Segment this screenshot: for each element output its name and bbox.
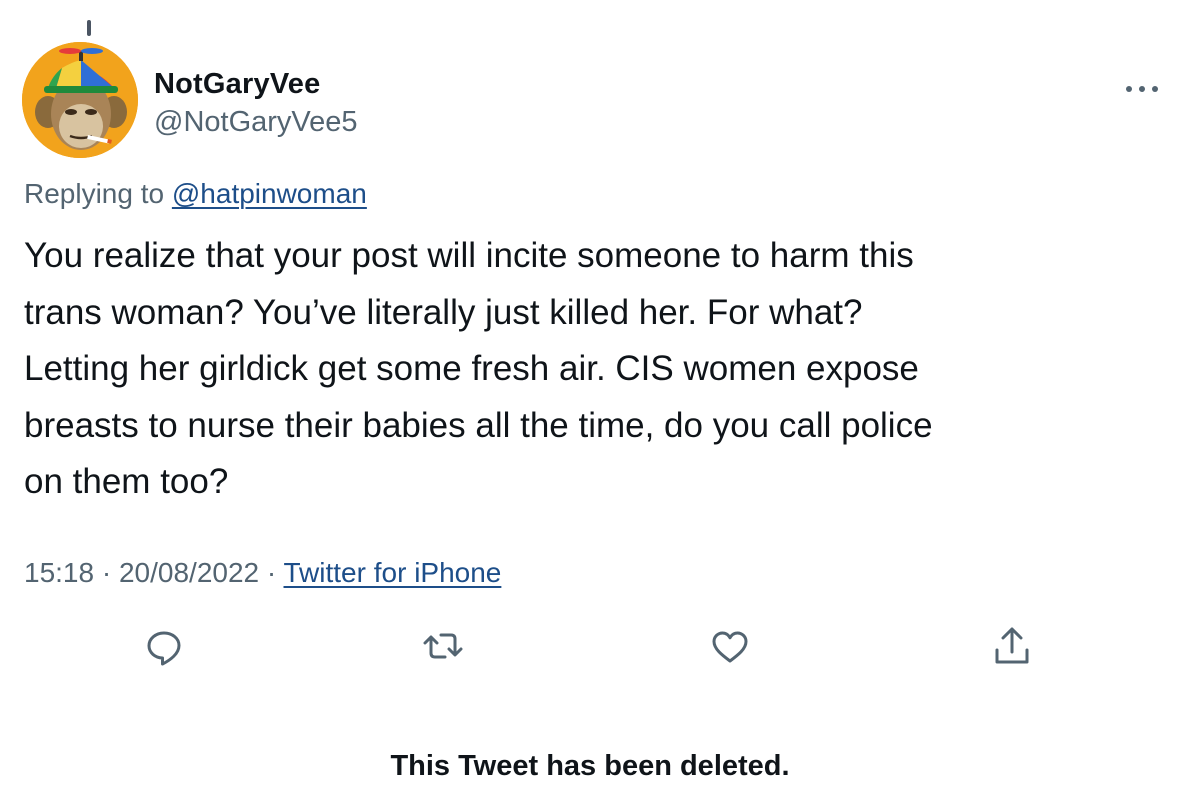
heart-icon [712,631,748,663]
meta-separator: · [101,557,112,588]
retweet-button[interactable] [421,624,465,668]
tweet-time[interactable]: 15:18 [24,557,94,588]
tweet-text-line: on them too? [24,462,229,501]
tweet-text-line: Letting her girldick get some fresh air.… [24,349,919,388]
tweet-source-link[interactable]: Twitter for iPhone [284,557,502,588]
more-options-button[interactable] [1120,70,1164,106]
replying-to-label: Replying to [24,178,165,209]
ellipsis-icon [1139,86,1145,92]
tweet-text-line: trans woman? You’ve literally just kille… [24,292,863,332]
reply-button[interactable] [142,624,186,668]
tweet-metadata: 15:18 · 20/08/2022 · Twitter for iPhone [24,557,501,589]
tweet-text-line: You realize that your post will incite s… [24,236,914,275]
ellipsis-icon [1152,86,1158,92]
share-icon [995,627,1029,664]
ape-avatar-icon [22,42,138,158]
reply-icon [147,631,181,666]
avatar[interactable] [22,42,138,158]
deleted-tweet-notice: This Tweet has been deleted. [390,750,790,782]
tweet-text-line: breasts to nurse their babies all the ti… [24,405,933,445]
author-handle[interactable]: @NotGaryVee5 [154,106,358,139]
replying-to: Replying to @hatpinwoman [24,178,367,210]
replying-to-handle-link[interactable]: @hatpinwoman [172,178,367,209]
meta-separator: · [266,557,277,588]
retweet-icon [423,633,463,659]
tweet-text: You realize that your post will incite s… [24,228,1174,511]
like-button[interactable] [708,624,752,668]
share-button[interactable] [990,624,1034,668]
ellipsis-icon [1126,86,1132,92]
tweet-date[interactable]: 20/08/2022 [119,557,259,588]
thread-connector-line [87,20,91,36]
author-display-name[interactable]: NotGaryVee [154,68,320,101]
